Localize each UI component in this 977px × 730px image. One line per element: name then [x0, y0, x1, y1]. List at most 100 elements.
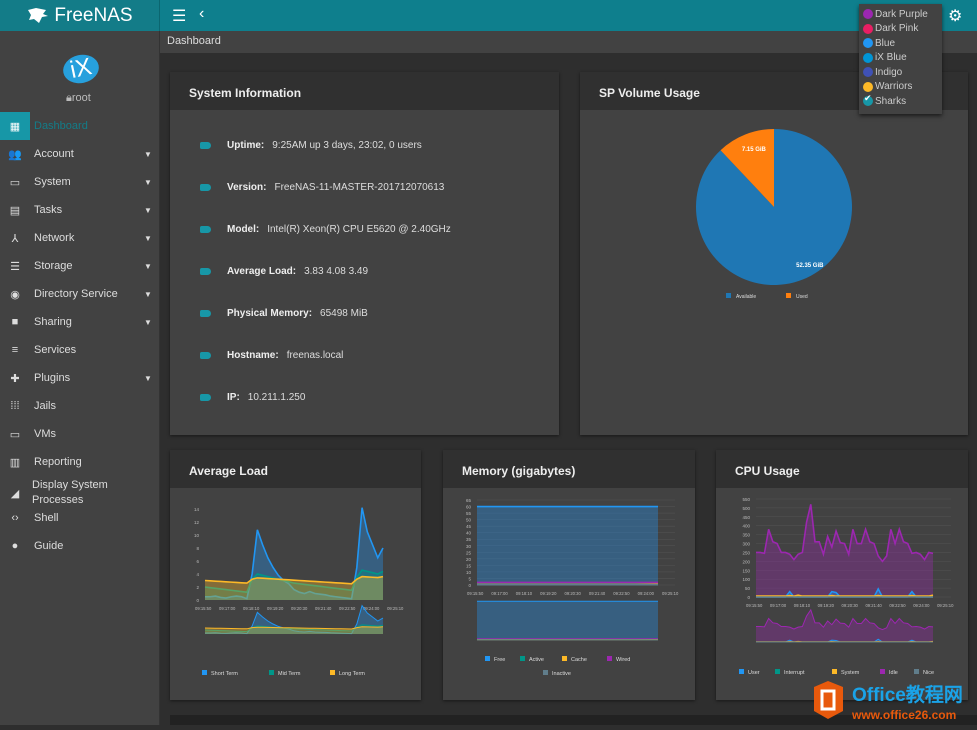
sidebar-item-label: Network: [34, 232, 136, 244]
sidebar-item-tasks[interactable]: ▤Tasks▼: [0, 196, 160, 224]
legend-swatch: [330, 670, 335, 675]
y-tick-label: 55: [466, 511, 472, 516]
y-tick-label: 500: [742, 506, 750, 511]
info-value: 10.211.1.250: [248, 392, 306, 403]
info-label: Model:: [227, 224, 259, 235]
legend-label: Interrupt: [784, 670, 805, 676]
caret-down-icon: ▼: [136, 234, 160, 243]
card-title: CPU Usage: [716, 450, 968, 488]
breadcrumb[interactable]: Dashboard: [160, 31, 977, 53]
label-icon: [200, 184, 211, 191]
legend-swatch: [485, 656, 490, 661]
sidebar-item-plugins[interactable]: ✚Plugins▼: [0, 364, 160, 392]
sidebar-item-directory-service[interactable]: ◉Directory Service▼: [0, 280, 160, 308]
theme-option-sharks[interactable]: ✔Sharks: [859, 94, 942, 109]
sidebar-item-shell[interactable]: ‹›Shell: [0, 504, 160, 532]
cpu-usage-chart: 05010015020025030035040045050055009:15:5…: [716, 488, 968, 700]
color-swatch-icon: ✔: [863, 96, 873, 106]
sidebar-item-guide[interactable]: ●Guide: [0, 532, 160, 560]
system-information-card: System Information Uptime:9:25AM up 3 da…: [170, 72, 559, 435]
y-tick-label: 30: [466, 544, 472, 549]
x-tick-label: 09:22:50: [613, 591, 630, 596]
sidebar-item-services[interactable]: ≡Services: [0, 336, 160, 364]
theme-option-ix-blue[interactable]: iX Blue: [859, 51, 942, 66]
brand-logo[interactable]: FreeNAS: [0, 0, 160, 31]
info-value: freenas.local: [287, 350, 344, 361]
y-tick-label: 25: [466, 550, 472, 555]
user-label: 🔒︎root: [66, 92, 91, 105]
caret-down-icon: ▼: [136, 262, 160, 271]
y-tick-label: 5: [468, 576, 471, 581]
gear-icon[interactable]: ⚙: [948, 6, 962, 26]
label-icon: [200, 310, 211, 317]
sidebar-item-label: Account: [34, 148, 136, 160]
legend-swatch: [786, 293, 791, 298]
pie-data-label: 7.15 GiB: [742, 147, 767, 153]
volume-pie-chart: 52.35 GiB7.15 GiBAvailableUsed: [580, 110, 968, 435]
x-tick-label: 09:22:50: [339, 606, 356, 611]
tune-icon: ≡: [0, 336, 30, 364]
sidebar-item-sharing[interactable]: ■Sharing▼: [0, 308, 160, 336]
theme-option-indigo[interactable]: Indigo: [859, 65, 942, 80]
y-tick-label: 65: [466, 498, 472, 503]
y-tick-label: 0: [196, 598, 199, 603]
sidebar-item-network[interactable]: ⅄Network▼: [0, 224, 160, 252]
y-tick-label: 10: [194, 533, 200, 538]
sidebar-item-storage[interactable]: ☰Storage▼: [0, 252, 160, 280]
info-row: Hostname:freenas.local: [200, 350, 343, 361]
sidebar-item-label: Tasks: [34, 204, 136, 216]
sidebar-item-reporting[interactable]: ▥Reporting: [0, 448, 160, 476]
memory-chart: 0510152025303540455055606509:15:5009:17:…: [443, 488, 695, 700]
info-value: 9:25AM up 3 days, 23:02, 0 users: [272, 140, 422, 151]
legend-swatch: [543, 670, 548, 675]
volume-usage-card: SP Volume Usage 52.35 GiB7.15 GiBAvailab…: [580, 72, 968, 435]
legend-label: Nice: [923, 670, 934, 676]
laptop-icon: ▭: [0, 420, 30, 448]
sidebar-item-jails[interactable]: ⁞⁞⁞Jails: [0, 392, 160, 420]
legend-label: User: [748, 670, 760, 676]
sidebar-item-label: System: [34, 176, 136, 188]
theme-option-blue[interactable]: Blue: [859, 36, 942, 51]
average-load-card: Average Load 0246810121409:15:5009:17:00…: [170, 450, 421, 700]
theme-option-label: Sharks: [875, 96, 906, 107]
x-tick-label: 09:21:40: [315, 606, 332, 611]
chevron-left-icon[interactable]: ‹: [199, 5, 204, 23]
caret-down-icon: ▼: [136, 150, 160, 159]
processes-icon: ◢: [0, 479, 30, 507]
legend-label: Free: [494, 657, 505, 663]
theme-option-dark-pink[interactable]: Dark Pink: [859, 22, 942, 37]
x-tick-label: 09:21:40: [865, 603, 882, 608]
caret-down-icon: ▼: [136, 178, 160, 187]
theme-option-dark-purple[interactable]: Dark Purple: [859, 7, 942, 22]
sidebar: iX 🔒︎root ▦Dashboard👥Account▼▭System▼▤Ta…: [0, 31, 160, 725]
y-tick-label: 10: [466, 570, 472, 575]
x-tick-label: 09:20:30: [565, 591, 582, 596]
username: root: [72, 92, 91, 104]
line-system: [756, 595, 933, 596]
x-tick-label: 09:20:30: [291, 606, 308, 611]
sidebar-item-label: Storage: [34, 260, 136, 272]
legend-swatch: [202, 670, 207, 675]
legend-swatch: [520, 656, 525, 661]
info-label: Physical Memory:: [227, 308, 312, 319]
avatar[interactable]: iX: [60, 52, 101, 87]
sidebar-item-vms[interactable]: ▭VMs: [0, 420, 160, 448]
sidebar-item-label: Jails: [34, 400, 160, 412]
sidebar-item-dashboard[interactable]: ▦Dashboard: [0, 112, 160, 140]
theme-option-warriors[interactable]: Warriors: [859, 80, 942, 95]
info-value: 3.83 4.08 3.49: [304, 266, 368, 277]
x-tick-label: 09:18:10: [794, 603, 811, 608]
y-tick-label: 0: [468, 583, 471, 588]
sidebar-item-label: Guide: [34, 540, 160, 552]
hamburger-icon[interactable]: ☰: [172, 6, 186, 26]
sidebar-item-account[interactable]: 👥Account▼: [0, 140, 160, 168]
x-tick-label: 09:17:00: [491, 591, 508, 596]
legend-label: Short Term: [211, 671, 238, 677]
y-tick-label: 12: [194, 520, 200, 525]
legend-swatch: [607, 656, 612, 661]
overview-area-free: [477, 601, 658, 640]
info-row: Physical Memory:65498 MiB: [200, 308, 368, 319]
sidebar-item-system[interactable]: ▭System▼: [0, 168, 160, 196]
area-idle: [756, 504, 933, 597]
y-tick-label: 8: [196, 546, 199, 551]
